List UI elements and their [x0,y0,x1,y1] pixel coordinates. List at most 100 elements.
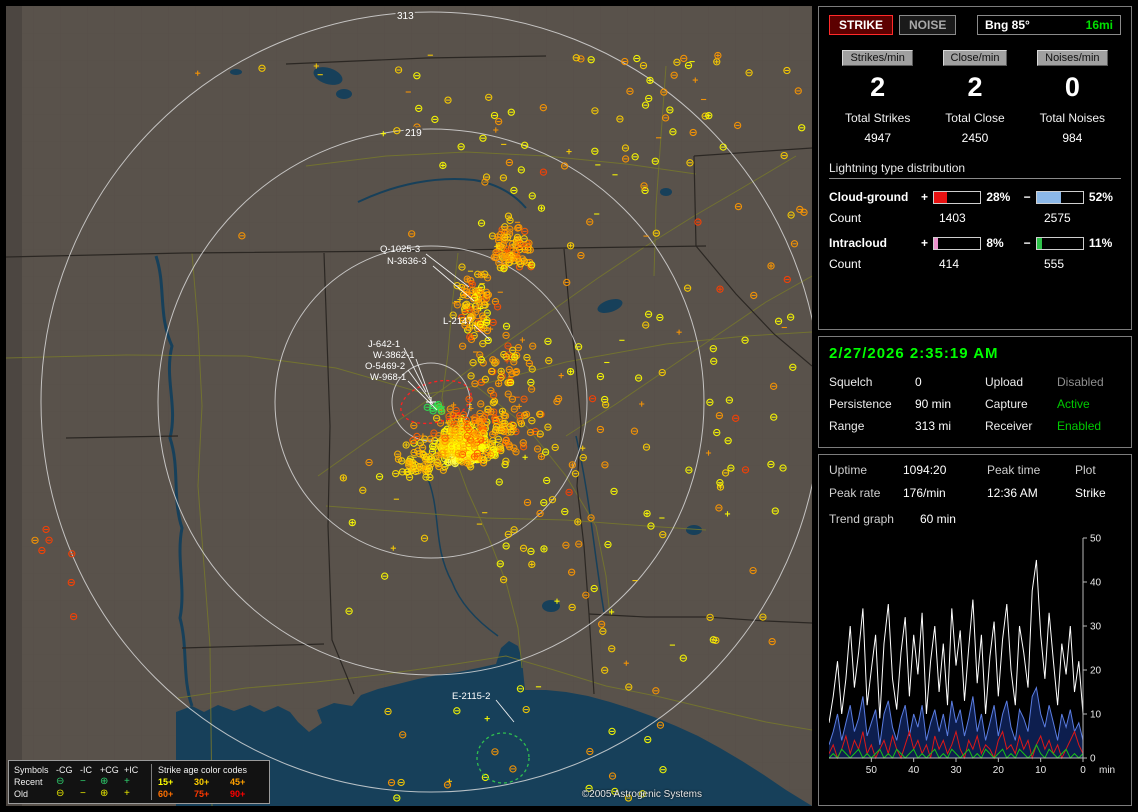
sidebar: STRIKE NOISE Bng 85° 16mi Strikes/min Cl… [818,6,1132,806]
svg-text:W-3862-1: W-3862-1 [373,350,415,361]
ic-negative-percent: 11% [1089,236,1121,250]
legend-row-label: Recent [14,776,56,788]
legend-col-header: +CG [100,764,124,776]
strike-stats-panel: STRIKE NOISE Bng 85° 16mi Strikes/min Cl… [818,6,1132,330]
intracloud-row: Intracloud + 8% − 11% [829,236,1121,250]
age-code: 45+ [230,776,264,788]
cg-positive-count: 1403 [939,211,1044,225]
cloud-ground-label: Cloud-ground [829,190,916,204]
bearing-readout: Bng 85° 16mi [977,15,1121,35]
svg-text:J-642-1: J-642-1 [368,339,400,350]
age-code: 90+ [230,788,264,800]
svg-text:40: 40 [1090,578,1102,589]
capture-label: Capture [985,397,1057,411]
count-label: Count [829,257,939,271]
legend-age-section: Strike age color codes 15+ 30+ 45+ 60+ 7… [151,764,264,800]
plot-label: Plot [1075,463,1121,477]
upload-label: Upload [985,375,1057,389]
total-noises-label: Total Noises [1040,111,1105,125]
legend-age-title: Strike age color codes [158,764,264,776]
age-code: 15+ [158,776,194,788]
trend-graph-label: Trend graph [829,512,894,526]
svg-text:min: min [1099,765,1115,776]
age-code: 30+ [194,776,230,788]
peak-rate-value: 176/min [903,486,987,500]
cg-neg-old-icon: ⊖ [56,788,80,800]
trend-graph: 0102030405050403020100min [829,534,1121,789]
close-per-min-label: Close/min [943,50,1008,66]
bearing-value: Bng 85° [985,18,1030,32]
cg-negative-count: 2575 [1044,211,1071,225]
peak-time-label: Peak time [987,463,1075,477]
persistence-value: 90 min [915,397,985,411]
intracloud-label: Intracloud [829,236,916,250]
upload-value: Disabled [1057,375,1121,389]
copyright-text: ©2005 Astrogenic Systems [582,789,702,800]
plot-value: Strike [1075,486,1121,500]
receiver-value: Enabled [1057,419,1121,433]
persistence-label: Persistence [829,397,915,411]
svg-text:10: 10 [1035,765,1047,776]
intracloud-counts: Count 414 555 [829,257,1121,271]
legend-col-header: -CG [56,764,80,776]
clock: 2/27/2026 2:35:19 AM [829,345,1121,362]
minus-sign: − [1023,236,1031,250]
total-close-value: 2450 [962,131,989,145]
range-ring-label: 219 [405,128,422,139]
strike-mode-button[interactable]: STRIKE [829,15,893,35]
ic-negative-count: 555 [1044,257,1064,271]
count-label: Count [829,211,939,225]
total-strikes-value: 4947 [864,131,891,145]
svg-text:0: 0 [1080,765,1086,776]
peak-time-value: 12:36 AM [987,486,1075,500]
cg-pos-old-icon: ⊕ [100,788,124,800]
svg-text:Q-1025-3: Q-1025-3 [380,244,420,255]
receiver-label: Receiver [985,419,1057,433]
plus-sign: + [921,190,929,204]
squelch-label: Squelch [829,375,915,389]
uptime-label: Uptime [829,463,903,477]
minus-sign: − [1023,190,1031,204]
ic-positive-percent: 8% [986,236,1018,250]
noises-per-min-label: Noises/min [1037,50,1107,66]
close-per-min-value: 2 [967,74,982,101]
total-close-label: Total Close [945,111,1004,125]
total-noises-value: 984 [1062,131,1082,145]
svg-text:30: 30 [950,765,962,776]
range-ring-label: 313 [397,11,414,22]
cg-positive-percent: 28% [986,190,1018,204]
map-legend: Symbols -CG -IC +CG +IC Recent ⊖ − ⊕ + O… [8,760,270,804]
svg-text:50: 50 [866,765,878,776]
svg-text:0: 0 [1090,754,1096,765]
legend-col-header: +IC [124,764,144,776]
range-value: 313 mi [915,419,985,433]
svg-text:40: 40 [908,765,920,776]
cg-positive-bar [933,191,981,204]
legend-row-label: Old [14,788,56,800]
ic-neg-old-icon: − [80,788,100,800]
ic-positive-bar [933,237,981,250]
plus-sign: + [921,236,929,250]
trend-panel: Uptime 1094:20 Peak time Plot Peak rate … [818,454,1132,806]
ic-negative-bar [1036,237,1084,250]
cg-neg-recent-icon: ⊖ [56,776,80,788]
status-panel: 2/27/2026 2:35:19 AM Squelch 0 Upload Di… [818,336,1132,448]
distance-value: 16mi [1086,18,1113,32]
cg-negative-percent: 52% [1089,190,1121,204]
ic-pos-old-icon: + [124,788,144,800]
strikes-per-min-label: Strikes/min [842,50,912,66]
cg-pos-recent-icon: ⊕ [100,776,124,788]
distribution-title: Lightning type distribution [829,161,1121,179]
range-label: Range [829,419,915,433]
age-code: 60+ [158,788,194,800]
noises-per-min-value: 0 [1065,74,1080,101]
cg-negative-bar [1036,191,1084,204]
peak-rate-label: Peak rate [829,486,903,500]
strikes-per-min-value: 2 [870,74,885,101]
age-code: 75+ [194,788,230,800]
svg-text:10: 10 [1090,710,1102,721]
noise-mode-button[interactable]: NOISE [899,15,956,35]
legend-col-header: Symbols [14,764,56,776]
lightning-map[interactable]: 313219Q-1025-3N-3636-3L-2147J-642-1W-386… [6,6,812,806]
cloud-ground-row: Cloud-ground + 28% − 52% [829,190,1121,204]
